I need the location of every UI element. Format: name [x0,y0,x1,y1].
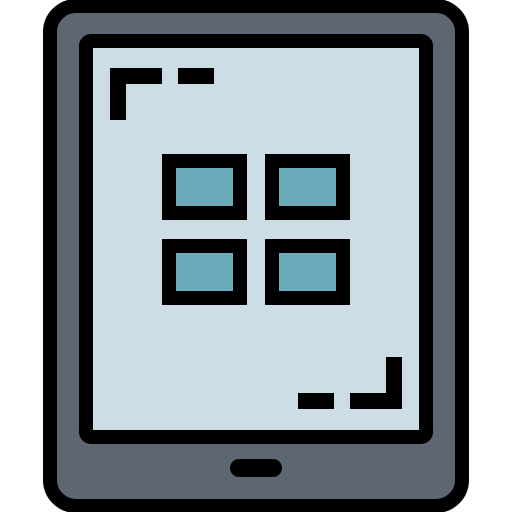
tablet-icon [43,0,469,512]
app-tile-bottom-right-icon [265,239,350,305]
home-button-icon [230,459,282,477]
tablet-app-grid-illustration [0,0,512,512]
tablet-screen [79,34,433,444]
app-tile-bottom-left-icon [162,239,247,305]
app-tile-top-right-icon [265,154,350,220]
app-tile-top-left-icon [162,154,247,220]
